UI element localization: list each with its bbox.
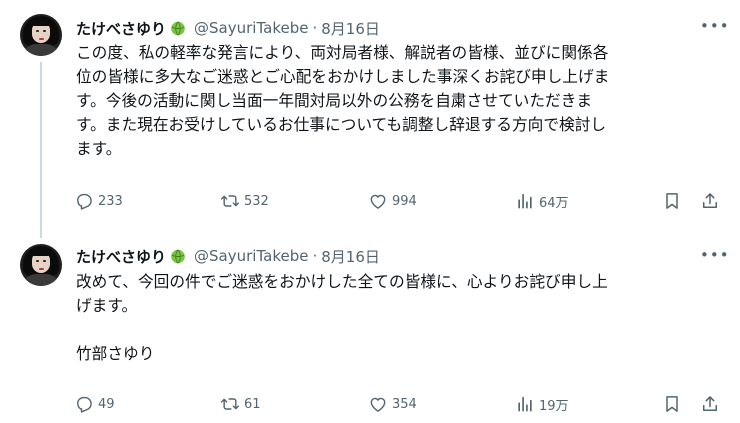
tweet[interactable]: たけべさゆり @SayuriTakebe · 8月16日 ••• この度、私の軽… (0, 0, 740, 238)
tweet-text-blank-line (76, 318, 726, 342)
retweet-count: 61 (244, 396, 261, 412)
retweet-count: 532 (244, 193, 269, 209)
like-button[interactable]: 994 (368, 190, 417, 212)
melon-icon (171, 249, 185, 264)
share-icon (703, 396, 717, 411)
avatar[interactable] (20, 244, 62, 286)
tweet-header: たけべさゆり @SayuriTakebe · 8月16日 (76, 17, 380, 39)
share-icon (703, 193, 717, 208)
reply-icon (77, 396, 92, 413)
tweet-text-line: ます。 (76, 139, 122, 158)
author-name[interactable]: たけべさゆり (76, 18, 166, 39)
author-name[interactable]: たけべさゆり (76, 246, 166, 267)
separator-dot: · (312, 19, 318, 37)
view-count: 19万 (539, 398, 569, 414)
retweet-button[interactable]: 61 (220, 393, 261, 415)
share-button[interactable] (700, 393, 724, 415)
tweet-text-line: この度、私の軽率な発言により、両対局者様、解説者の皆様、並びに関係各 (76, 43, 609, 62)
separator-dot: · (312, 247, 318, 265)
tweet-text: 改めて、今回の件でご迷惑をおかけした全ての皆様に、心よりお詫び申し上 げます。 … (76, 270, 726, 366)
reply-button[interactable]: 233 (74, 190, 123, 212)
author-handle[interactable]: @SayuriTakebe (194, 19, 308, 37)
tweet-text-line: げます。 (76, 296, 138, 315)
retweet-icon (220, 195, 240, 207)
reply-count: 233 (98, 193, 123, 209)
more-options-button[interactable]: ••• (700, 17, 729, 37)
bookmark-icon (666, 193, 678, 209)
heart-icon (370, 397, 386, 412)
views-button[interactable]: 19万 (515, 393, 569, 415)
bookmark-icon (666, 396, 678, 412)
tweet-text-line: 竹部さゆり (76, 344, 155, 363)
tweet-actions: 233 532 994 64万 (74, 190, 726, 212)
tweet-text: この度、私の軽率な発言により、両対局者様、解説者の皆様、並びに関係各 位の皆様に… (76, 41, 726, 161)
thread-line (40, 62, 42, 238)
reply-button[interactable]: 49 (74, 393, 115, 415)
tweet-date[interactable]: 8月16日 (321, 18, 380, 39)
tweet-actions: 49 61 354 19万 (74, 393, 726, 415)
tweet[interactable]: たけべさゆり @SayuriTakebe · 8月16日 ••• 改めて、今回の… (0, 232, 740, 423)
reply-icon (77, 193, 92, 210)
tweet-date[interactable]: 8月16日 (321, 246, 380, 267)
tweet-text-line: す。今後の活動に関し当面一年間対局以外の公務を自粛させていただきま (76, 91, 593, 110)
like-count: 994 (392, 193, 417, 209)
reply-count: 49 (98, 396, 115, 412)
views-icon (518, 396, 532, 412)
like-button[interactable]: 354 (368, 393, 417, 415)
bookmark-button[interactable] (662, 393, 686, 415)
tweet-header: たけべさゆり @SayuriTakebe · 8月16日 (76, 245, 380, 267)
heart-icon (370, 194, 386, 209)
share-button[interactable] (700, 190, 724, 212)
author-handle[interactable]: @SayuriTakebe (194, 247, 308, 265)
retweet-icon (220, 398, 240, 410)
like-count: 354 (392, 396, 417, 412)
avatar[interactable] (20, 14, 62, 56)
views-button[interactable]: 64万 (515, 190, 569, 212)
retweet-button[interactable]: 532 (220, 190, 269, 212)
melon-icon (171, 21, 185, 36)
bookmark-button[interactable] (662, 190, 686, 212)
tweet-text-line: す。また現在お受けしているお仕事についても調整し辞退する方向で検討し (76, 115, 607, 134)
tweet-text-line: 位の皆様に多大なご迷惑とご心配をおかけしました事深くお詫び申し上げま (76, 67, 610, 86)
more-options-button[interactable]: ••• (700, 246, 729, 266)
view-count: 64万 (539, 195, 569, 211)
views-icon (518, 193, 532, 209)
tweet-text-line: 改めて、今回の件でご迷惑をおかけした全ての皆様に、心よりお詫び申し上 (76, 272, 608, 291)
